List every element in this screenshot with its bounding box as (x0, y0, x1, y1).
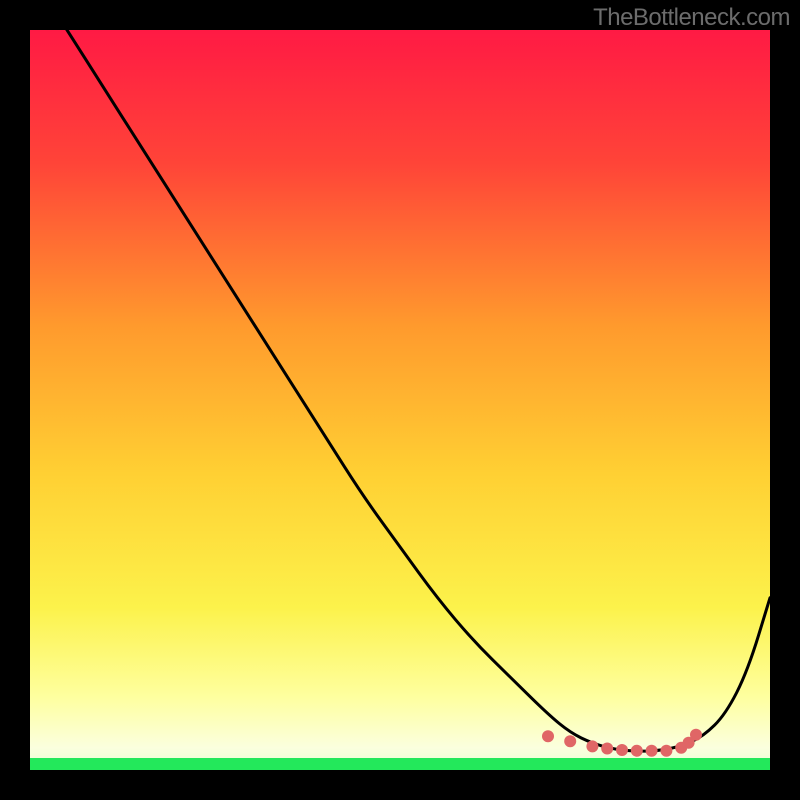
min-dot (660, 745, 672, 757)
min-dot (564, 735, 576, 747)
min-dot (542, 730, 554, 742)
min-dot (631, 745, 643, 757)
green-baseline-bar (30, 758, 770, 770)
min-dot (616, 744, 628, 756)
chart-canvas: TheBottleneck.com (0, 0, 800, 800)
min-dot (646, 745, 658, 757)
bottleneck-curve (30, 30, 770, 770)
min-dot (601, 743, 613, 755)
min-dot (690, 729, 702, 741)
plot-area (30, 30, 770, 770)
curve-path (30, 30, 770, 751)
attribution-text: TheBottleneck.com (593, 4, 790, 32)
min-dot (586, 740, 598, 752)
